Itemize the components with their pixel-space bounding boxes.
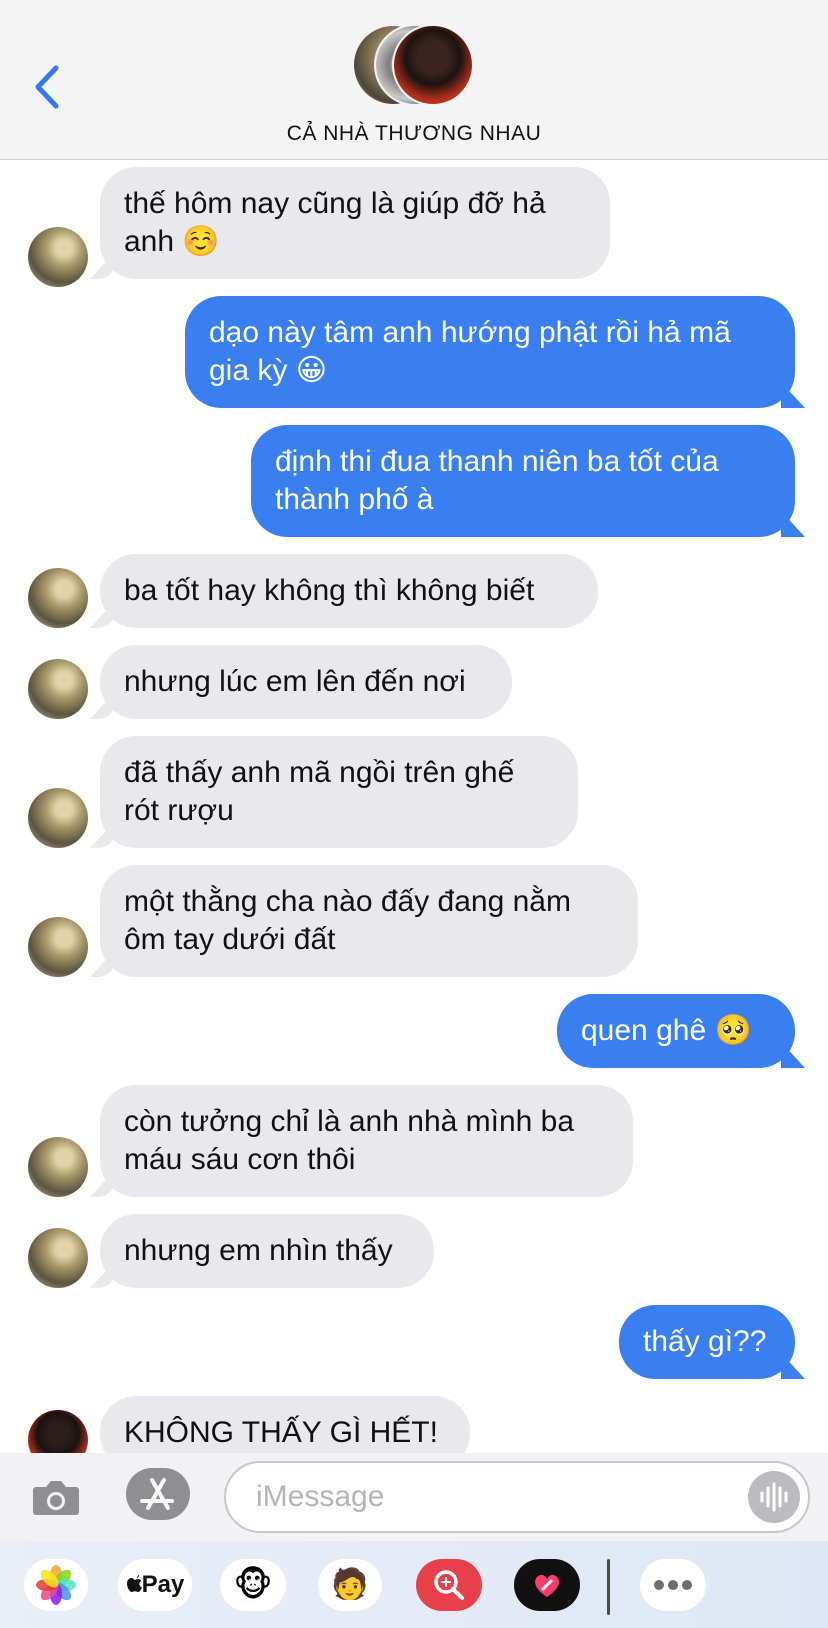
- back-button[interactable]: [30, 62, 70, 112]
- apple-pay-label: Pay: [141, 1571, 185, 1598]
- sender-avatar[interactable]: [28, 1137, 88, 1197]
- sent-message-bubble[interactable]: thấy gì??: [619, 1305, 795, 1379]
- sender-avatar[interactable]: [28, 568, 88, 628]
- received-message-bubble[interactable]: nhưng lúc em lên đến nơi: [100, 645, 512, 719]
- sent-message-bubble[interactable]: định thi đua thanh niên ba tốt của thành…: [251, 425, 795, 537]
- sent-message-bubble[interactable]: quen ghê 🥺: [557, 994, 795, 1068]
- message-list[interactable]: thế hôm nay cũng là giúp đỡ hả anh ☺️ dạ…: [0, 161, 828, 1453]
- voice-message-button[interactable]: [748, 1471, 800, 1523]
- compose-bar: [0, 1453, 828, 1541]
- more-icon: [654, 1580, 692, 1590]
- received-message-bubble[interactable]: KHÔNG THẤY GÌ HẾT!: [100, 1396, 470, 1453]
- search-images-icon: [434, 1570, 464, 1600]
- app-store-icon: [140, 1478, 174, 1510]
- memoji-button[interactable]: 🧑: [318, 1559, 382, 1611]
- apple-pay-button[interactable]: Pay: [118, 1559, 192, 1611]
- message-field[interactable]: [224, 1461, 810, 1533]
- apple-pay-icon: [126, 1575, 142, 1592]
- tray-divider: [607, 1559, 610, 1615]
- camera-button[interactable]: [30, 1471, 82, 1523]
- message-input[interactable]: [256, 1477, 696, 1517]
- received-message-bubble[interactable]: thế hôm nay cũng là giúp đỡ hả anh ☺️: [100, 167, 610, 279]
- app-store-button[interactable]: [126, 1468, 190, 1520]
- received-message-bubble[interactable]: còn tưởng chỉ là anh nhà mình ba máu sáu…: [100, 1085, 633, 1197]
- camera-icon: [33, 1481, 79, 1515]
- received-message-bubble[interactable]: ba tốt hay không thì không biết: [100, 554, 598, 628]
- chevron-left-icon: [35, 65, 59, 109]
- photos-app-button[interactable]: [24, 1559, 88, 1611]
- memoji-icon: 🧑: [331, 1568, 369, 1601]
- sender-avatar[interactable]: [28, 1410, 88, 1453]
- digital-touch-button[interactable]: [514, 1559, 580, 1611]
- sender-avatar[interactable]: [28, 788, 88, 848]
- digital-touch-icon: [535, 1574, 559, 1597]
- group-avatars[interactable]: [352, 24, 482, 108]
- more-apps-button[interactable]: [640, 1559, 706, 1611]
- sent-message-bubble[interactable]: dạo này tâm anh hướng phật rồi hả mã gia…: [185, 296, 795, 408]
- animoji-icon: 🐵: [233, 1566, 273, 1604]
- app-drawer: Pay 🐵 🧑: [0, 1541, 828, 1628]
- avatar: [392, 24, 474, 106]
- photos-icon: [36, 1565, 76, 1605]
- sender-avatar[interactable]: [28, 917, 88, 977]
- sender-avatar[interactable]: [28, 659, 88, 719]
- animoji-button[interactable]: 🐵: [220, 1559, 286, 1611]
- sender-avatar[interactable]: [28, 227, 88, 287]
- group-name[interactable]: CẢ NHÀ THƯƠNG NHAU: [0, 122, 828, 146]
- received-message-bubble[interactable]: đã thấy anh mã ngồi trên ghế rót rượu: [100, 736, 578, 848]
- received-message-bubble[interactable]: một thằng cha nào đấy đang nằm ôm tay dư…: [100, 865, 638, 977]
- waveform-icon: [760, 1482, 788, 1512]
- image-search-button[interactable]: [416, 1559, 482, 1611]
- sender-avatar[interactable]: [28, 1228, 88, 1288]
- conversation-header: CẢ NHÀ THƯƠNG NHAU: [0, 0, 828, 160]
- received-message-bubble[interactable]: nhưng em nhìn thấy: [100, 1214, 434, 1288]
